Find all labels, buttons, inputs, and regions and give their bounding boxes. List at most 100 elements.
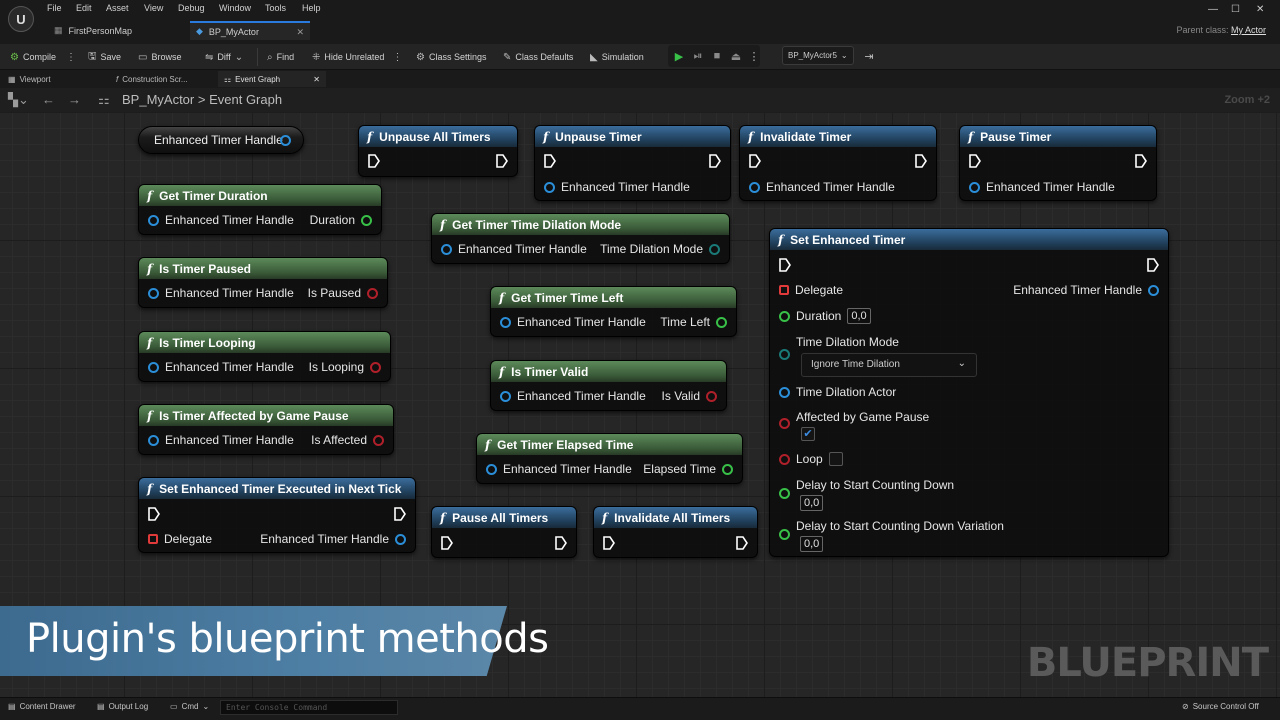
exec-out-pin[interactable] [736, 536, 748, 550]
output-log-button[interactable]: ▤ Output Log [97, 702, 148, 711]
eject-icon[interactable]: ⏏ [727, 47, 745, 65]
content-drawer-button[interactable]: ▤ Content Drawer [8, 702, 76, 711]
cmd-select[interactable]: ▭ Cmd ⌄ [170, 702, 209, 711]
exec-out-pin[interactable] [915, 154, 927, 168]
exec-in-pin[interactable] [368, 154, 380, 168]
node-invalidate-all-timers[interactable]: f Invalidate All Timers [593, 506, 758, 558]
bool-output-pin[interactable] [373, 434, 384, 446]
parent-class-link[interactable]: My Actor [1231, 25, 1266, 35]
dilation-mode-dropdown[interactable]: Ignore Time Dilation ⌄ [801, 353, 977, 377]
bool-output-pin[interactable] [367, 287, 378, 299]
delay-value[interactable]: 0,0 [800, 495, 824, 511]
float-output-pin[interactable] [361, 214, 372, 226]
hide-unrelated-button[interactable]: ⁜ Hide Unrelated ⋮ [312, 47, 402, 67]
exec-out-pin[interactable] [1147, 258, 1159, 272]
close-icon[interactable]: ✕ [296, 27, 304, 38]
tab-first-person-map[interactable]: ▦ FirstPersonMap [48, 21, 188, 40]
float-output-pin[interactable] [716, 316, 727, 328]
tab-bp-myactor[interactable]: ◆ BP_MyActor ✕ [190, 21, 310, 40]
simulation-button[interactable]: ◣ Simulation [590, 47, 644, 67]
actor-input-pin[interactable] [779, 386, 790, 398]
node-pause-timer[interactable]: f Pause Timer Enhanced Timer Handle [959, 125, 1157, 201]
browse-button[interactable]: ▭ Browse [138, 47, 181, 67]
handle-output-pin[interactable] [280, 135, 291, 146]
handle-input-pin[interactable] [544, 181, 555, 193]
exec-out-pin[interactable] [555, 536, 567, 550]
bool-input-pin[interactable] [779, 453, 790, 465]
affected-checkbox[interactable]: ✔ [801, 427, 815, 441]
handle-input-pin[interactable] [969, 181, 980, 193]
enum-output-pin[interactable] [709, 243, 720, 255]
node-get-timer-time-left[interactable]: f Get Timer Time Left Enhanced Timer Hand… [490, 286, 737, 337]
node-set-enhanced-timer-next-tick[interactable]: f Set Enhanced Timer Executed in Next Tic… [138, 477, 416, 553]
console-input[interactable]: Enter Console Command [220, 700, 398, 715]
breadcrumb-graph[interactable]: Event Graph [209, 92, 282, 107]
bool-output-pin[interactable] [370, 361, 381, 373]
close-icon[interactable]: ✕ [313, 75, 320, 84]
find-button[interactable]: ⌕ Find [267, 47, 294, 67]
node-pause-all-timers[interactable]: f Pause All Timers [431, 506, 577, 558]
handle-input-pin[interactable] [148, 434, 159, 446]
duration-value[interactable]: 0,0 [847, 308, 871, 324]
exec-in-pin[interactable] [603, 536, 615, 550]
exec-in-pin[interactable] [441, 536, 453, 550]
node-get-timer-elapsed-time[interactable]: f Get Timer Elapsed Time Enhanced Timer H… [476, 433, 743, 484]
node-is-timer-paused[interactable]: f Is Timer Paused Enhanced Timer Handle I… [138, 257, 388, 308]
node-is-timer-looping[interactable]: f Is Timer Looping Enhanced Timer Handle … [138, 331, 391, 382]
handle-input-pin[interactable] [749, 181, 760, 193]
debug-object-select[interactable]: BP_MyActor5 ⌄ [782, 46, 854, 65]
node-unpause-all-timers[interactable]: f Unpause All Timers [358, 125, 518, 177]
exec-out-pin[interactable] [394, 507, 406, 521]
forward-arrow-icon[interactable]: → [68, 92, 81, 107]
stop-icon[interactable]: ■ [708, 47, 726, 65]
maximize-button[interactable]: ☐ [1231, 4, 1240, 15]
close-window-button[interactable]: ✕ [1256, 4, 1264, 15]
menu-window[interactable]: Window [219, 3, 251, 13]
variable-node-enhanced-timer-handle[interactable]: Enhanced Timer Handle [138, 126, 304, 154]
float-output-pin[interactable] [722, 463, 733, 475]
more-icon[interactable]: ⋮ [392, 52, 402, 63]
enum-input-pin[interactable] [779, 349, 790, 360]
exec-out-pin[interactable] [1135, 154, 1147, 168]
debug-filter-icon[interactable]: ⇥ [860, 47, 878, 65]
node-unpause-timer[interactable]: f Unpause Timer Enhanced Timer Handle [534, 125, 731, 201]
step-icon[interactable]: ⏯ [689, 47, 707, 65]
float-input-pin[interactable] [779, 310, 790, 322]
exec-in-pin[interactable] [544, 154, 556, 168]
minimize-button[interactable]: — [1208, 4, 1218, 15]
menu-tools[interactable]: Tools [265, 3, 286, 13]
compile-button[interactable]: ⚙ Compile ⋮ [10, 47, 76, 67]
menu-file[interactable]: File [47, 3, 62, 13]
handle-output-pin[interactable] [1148, 284, 1159, 296]
node-set-enhanced-timer[interactable]: f Set Enhanced Timer Delegate Enhanced Ti… [769, 228, 1169, 557]
handle-output-pin[interactable] [395, 533, 406, 545]
unreal-logo[interactable]: U [8, 6, 34, 32]
handle-input-pin[interactable] [148, 361, 159, 373]
float-input-pin[interactable] [779, 488, 790, 499]
bool-output-pin[interactable] [706, 390, 717, 402]
tab-viewport[interactable]: ▦ Viewport [2, 71, 100, 87]
class-defaults-button[interactable]: ✎ Class Defaults [503, 47, 573, 67]
menu-asset[interactable]: Asset [106, 3, 129, 13]
more-icon[interactable]: ⋮ [745, 47, 763, 65]
exec-in-pin[interactable] [969, 154, 981, 168]
float-input-pin[interactable] [779, 529, 790, 540]
node-get-timer-duration[interactable]: f Get Timer Duration Enhanced Timer Handl… [138, 184, 382, 235]
exec-out-pin[interactable] [709, 154, 721, 168]
handle-input-pin[interactable] [441, 243, 452, 255]
handle-input-pin[interactable] [148, 214, 159, 226]
node-is-timer-affected-by-game-pause[interactable]: f Is Timer Affected by Game Pause Enhance… [138, 404, 394, 455]
more-icon[interactable]: ⋮ [66, 52, 76, 63]
class-settings-button[interactable]: ⚙ Class Settings [416, 47, 487, 67]
graph-menu-icon[interactable]: ▚⌄ [8, 92, 29, 108]
breadcrumb-asset[interactable]: BP_MyActor [122, 92, 194, 107]
node-invalidate-timer[interactable]: f Invalidate Timer Enhanced Timer Handle [739, 125, 937, 201]
diff-button[interactable]: ⇋ Diff ⌄ [205, 47, 243, 67]
tab-event-graph[interactable]: ⚏ Event Graph ✕ [218, 71, 326, 87]
menu-debug[interactable]: Debug [178, 3, 205, 13]
menu-view[interactable]: View [144, 3, 163, 13]
handle-input-pin[interactable] [500, 316, 511, 328]
menu-help[interactable]: Help [302, 3, 321, 13]
delegate-input-pin[interactable] [779, 285, 789, 295]
menu-edit[interactable]: Edit [76, 3, 92, 13]
